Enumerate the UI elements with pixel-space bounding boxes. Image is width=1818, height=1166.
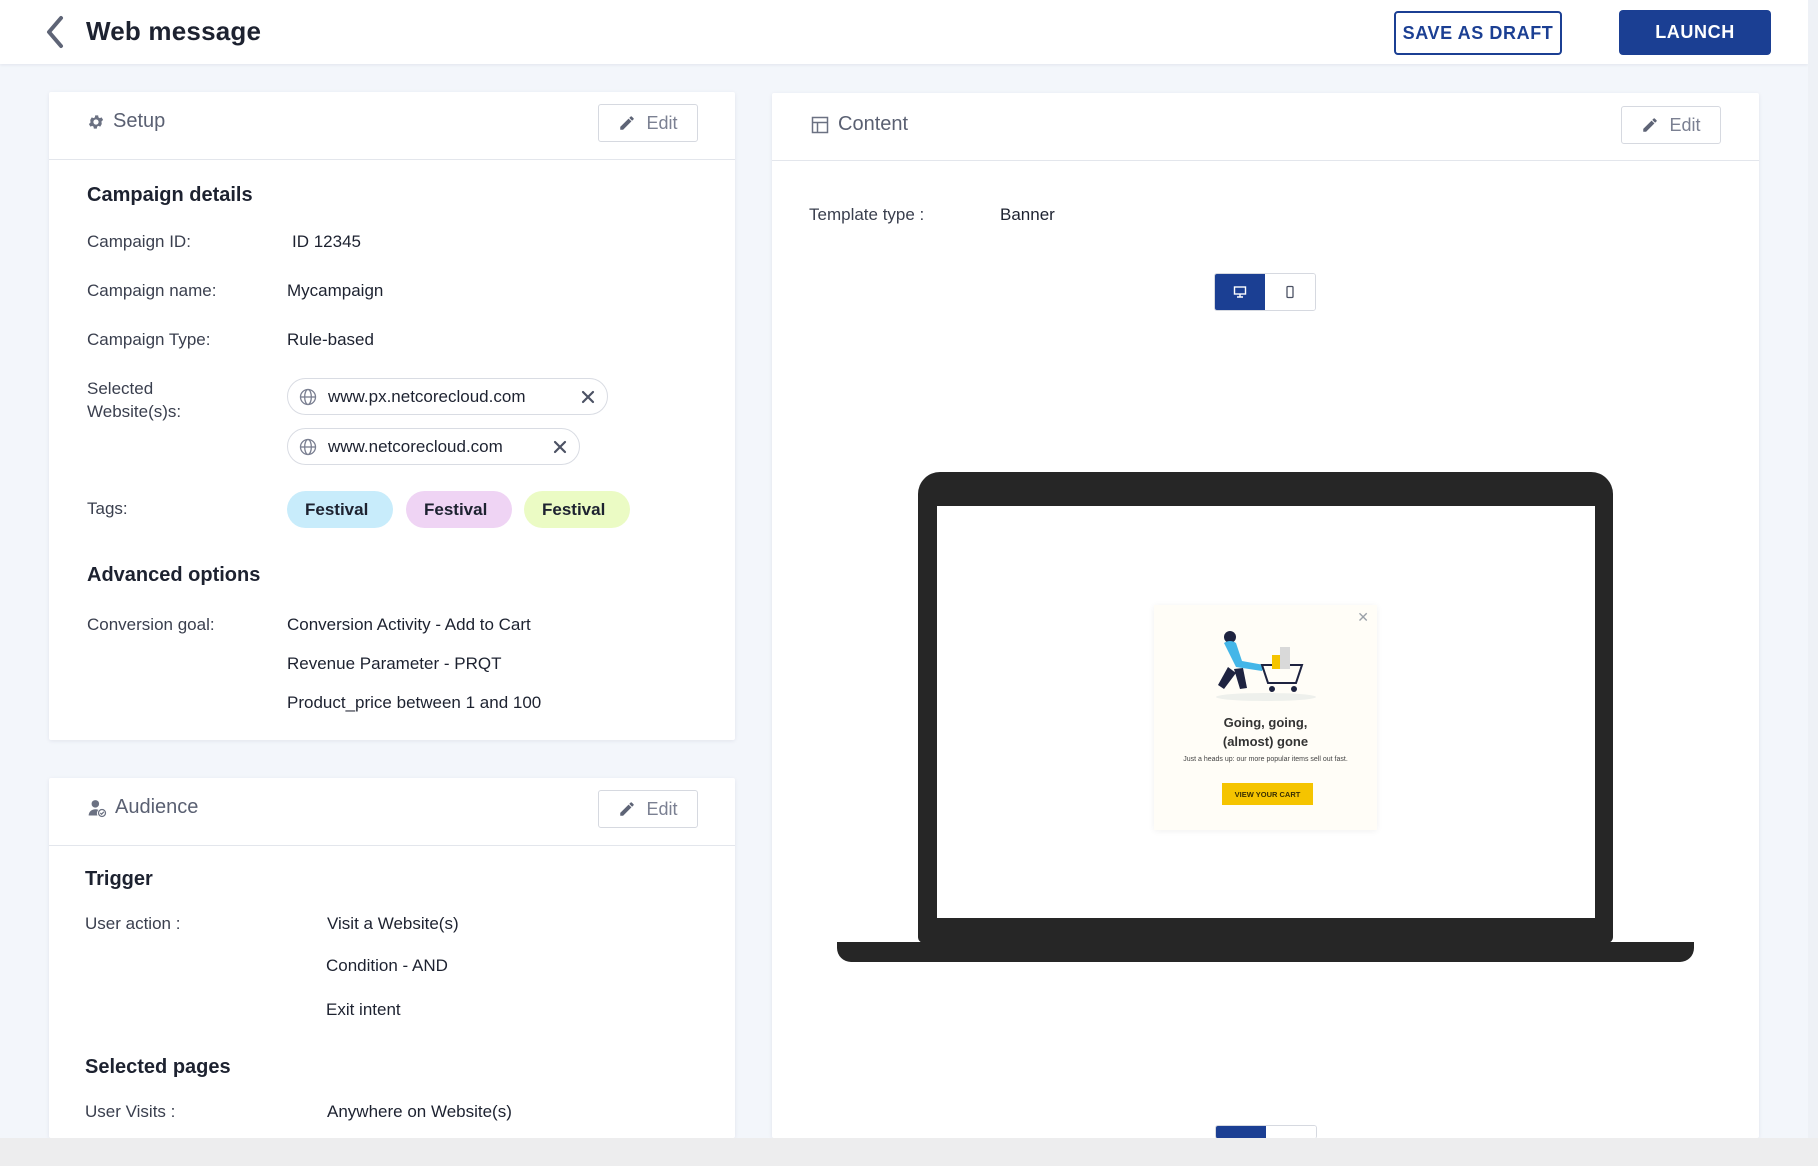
audience-title: Audience [115,796,199,818]
device-toggle-bottom [1215,1125,1317,1139]
audience-edit-label: Edit [646,798,678,819]
desktop-view-button[interactable] [1215,274,1265,310]
setup-edit-label: Edit [646,112,678,133]
website-chip: www.px.netcorecloud.com [287,378,608,415]
save-as-draft-button[interactable]: SAVE AS DRAFT [1394,11,1562,55]
campaign-type-value: Rule-based [287,330,374,349]
pencil-icon [1643,118,1658,132]
tag-chip: Festival [406,491,512,528]
laptop-preview-base [837,942,1694,962]
campaign-id-label: Campaign ID: [87,232,191,251]
banner-preview: ✕ Going, going, (almost) gone Just a hea… [1154,605,1377,830]
user-action-item: Condition - AND [326,956,448,975]
selected-pages-heading: Selected pages [85,1056,231,1078]
audience-card: Audience Edit Trigger User action : Visi… [49,778,735,1138]
mobile-icon [1286,285,1294,299]
remove-website-button[interactable] [581,390,595,404]
remove-website-button[interactable] [553,440,567,454]
tag-chip: Festival [524,491,630,528]
preview-headline-line2: (almost) gone [1222,734,1309,749]
page-title: Web message [86,16,262,46]
template-type-value: Banner [1000,205,1055,224]
back-button[interactable] [38,14,72,50]
website-chip-label: www.netcorecloud.com [328,436,503,456]
user-visits-label: User Visits : [85,1102,176,1121]
content-edit-label: Edit [1669,114,1701,135]
selected-websites-label-line1: Selected [87,379,154,398]
conversion-goal-item: Product_price between 1 and 100 [287,693,542,712]
close-icon[interactable]: ✕ [1357,609,1369,626]
bottom-bar [0,1138,1818,1166]
preview-headline-line1: Going, going, [1223,715,1308,730]
device-toggle [1214,273,1316,311]
close-icon [553,440,567,453]
content-card-header: Content Edit [772,93,1759,161]
trigger-heading: Trigger [85,868,153,890]
layout-icon [811,116,829,133]
content-edit-button[interactable]: Edit [1621,106,1721,144]
user-check-icon [88,799,107,817]
setup-title: Setup [113,110,166,132]
globe-icon [299,388,317,405]
content-title: Content [838,113,909,135]
setup-card-header: Setup Edit [49,92,735,160]
conversion-goal-item: Revenue Parameter - PRQT [287,654,502,673]
top-bar: Web message SAVE AS DRAFT LAUNCH [0,0,1808,64]
shopping-cart-illustration-icon [1216,631,1316,701]
campaign-name-value: Mycampaign [287,281,384,300]
campaign-id-value: ID 12345 [292,232,361,251]
preview-subtext: Just a heads up: our more popular items … [1183,756,1348,763]
desktop-icon [1233,286,1247,298]
user-action-item: Visit a Website(s) [327,914,459,933]
globe-icon [299,438,317,455]
setup-edit-button[interactable]: Edit [598,104,698,142]
campaign-type-label: Campaign Type: [87,330,211,349]
conversion-goal-label: Conversion goal: [87,615,215,634]
scrollbar-track[interactable] [1808,0,1818,1138]
view-cart-button[interactable]: VIEW YOUR CART [1222,783,1313,805]
advanced-options-heading: Advanced options [87,564,261,586]
launch-button[interactable]: LAUNCH [1619,10,1771,55]
audience-card-header: Audience Edit [49,778,735,846]
tag-chip: Festival [287,491,393,528]
website-chip-label: www.px.netcorecloud.com [328,386,526,406]
mobile-view-button[interactable] [1265,274,1315,310]
campaign-name-label: Campaign name: [87,281,217,300]
gear-icon [88,114,104,129]
selected-websites-label-line2: Website(s)s: [87,402,182,421]
user-action-label: User action : [85,914,181,933]
close-icon [581,390,595,403]
chevron-left-icon [47,16,63,48]
setup-card: Setup Edit Campaign details Campaign ID:… [49,92,735,740]
pencil-icon [620,116,635,130]
user-action-item: Exit intent [326,1000,401,1019]
template-type-label: Template type : [809,205,925,224]
website-chip: www.netcorecloud.com [287,428,580,465]
campaign-details-heading: Campaign details [87,184,253,206]
conversion-goal-item: Conversion Activity - Add to Cart [287,615,531,634]
audience-edit-button[interactable]: Edit [598,790,698,828]
pencil-icon [620,802,635,816]
user-visits-value: Anywhere on Website(s) [327,1102,512,1121]
tags-label: Tags: [87,499,128,518]
